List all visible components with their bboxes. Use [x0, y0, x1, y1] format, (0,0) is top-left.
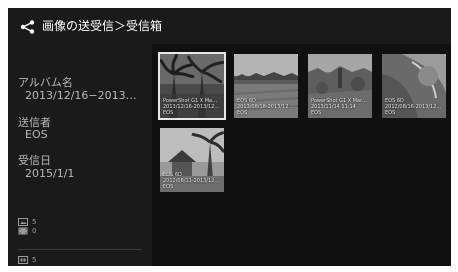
movie-icon	[18, 227, 28, 235]
back-share-icon[interactable]	[20, 20, 36, 34]
detail-sidebar: アルバム名 2013/12/16−2013… 送信者 EOS 受信日 2015/…	[8, 44, 152, 266]
thumbnail-caption: PowerShot G1 X Mar… 2013/11/14 11:14 EOS	[311, 98, 370, 116]
thumbnail-caption: EOS 6D 2012/08/16-2013/12… EOS	[385, 98, 444, 116]
sidebar-divider	[18, 249, 142, 250]
thumbnail-4[interactable]: EOS 6D 2012/08/16-2013/12… EOS	[382, 54, 446, 118]
thumbnail-1[interactable]: PowerShot G1 X Ma… 2013/12/16-2013/12… E…	[160, 54, 224, 118]
sender-name: EOS	[311, 110, 322, 116]
thumbnail-2[interactable]: EOS 6D 2013/08/18-2013/12… EOS	[234, 54, 298, 118]
storage-count-value: 5	[32, 256, 37, 264]
storage-icon	[18, 256, 28, 264]
sender-name: EOS	[163, 184, 174, 190]
image-icon	[18, 218, 28, 226]
thumbnail-3[interactable]: PowerShot G1 X Mar… 2013/11/14 11:14 EOS	[308, 54, 372, 118]
album-name-value: 2013/12/16−2013…	[25, 89, 137, 102]
sender-name: EOS	[385, 110, 396, 116]
thumbnail-caption: PowerShot G1 X Ma… 2013/12/16-2013/12… E…	[163, 98, 222, 116]
sender-name: EOS	[237, 110, 248, 116]
thumbnail-5[interactable]: EOS 6D 2012/08/11-2013/12… EOS	[160, 128, 224, 192]
page-title: 画像の送受信＞受信箱	[42, 19, 163, 33]
inbox-screen: 画像の送受信＞受信箱 アルバム名 2013/12/16−2013… 送信者 EO…	[8, 8, 451, 266]
received-date-label: 受信日	[18, 154, 51, 167]
thumbnail-caption: EOS 6D 2012/08/11-2013/12… EOS	[163, 172, 222, 190]
header-bar: 画像の送受信＞受信箱	[8, 8, 451, 44]
album-name-label: アルバム名	[18, 76, 73, 89]
movie-count-value: 0	[32, 227, 37, 235]
thumbnail-caption: EOS 6D 2013/08/18-2013/12… EOS	[237, 98, 296, 116]
sender-value: EOS	[25, 128, 48, 141]
sender-name: EOS	[163, 110, 174, 116]
received-date-value: 2015/1/1	[25, 167, 75, 180]
